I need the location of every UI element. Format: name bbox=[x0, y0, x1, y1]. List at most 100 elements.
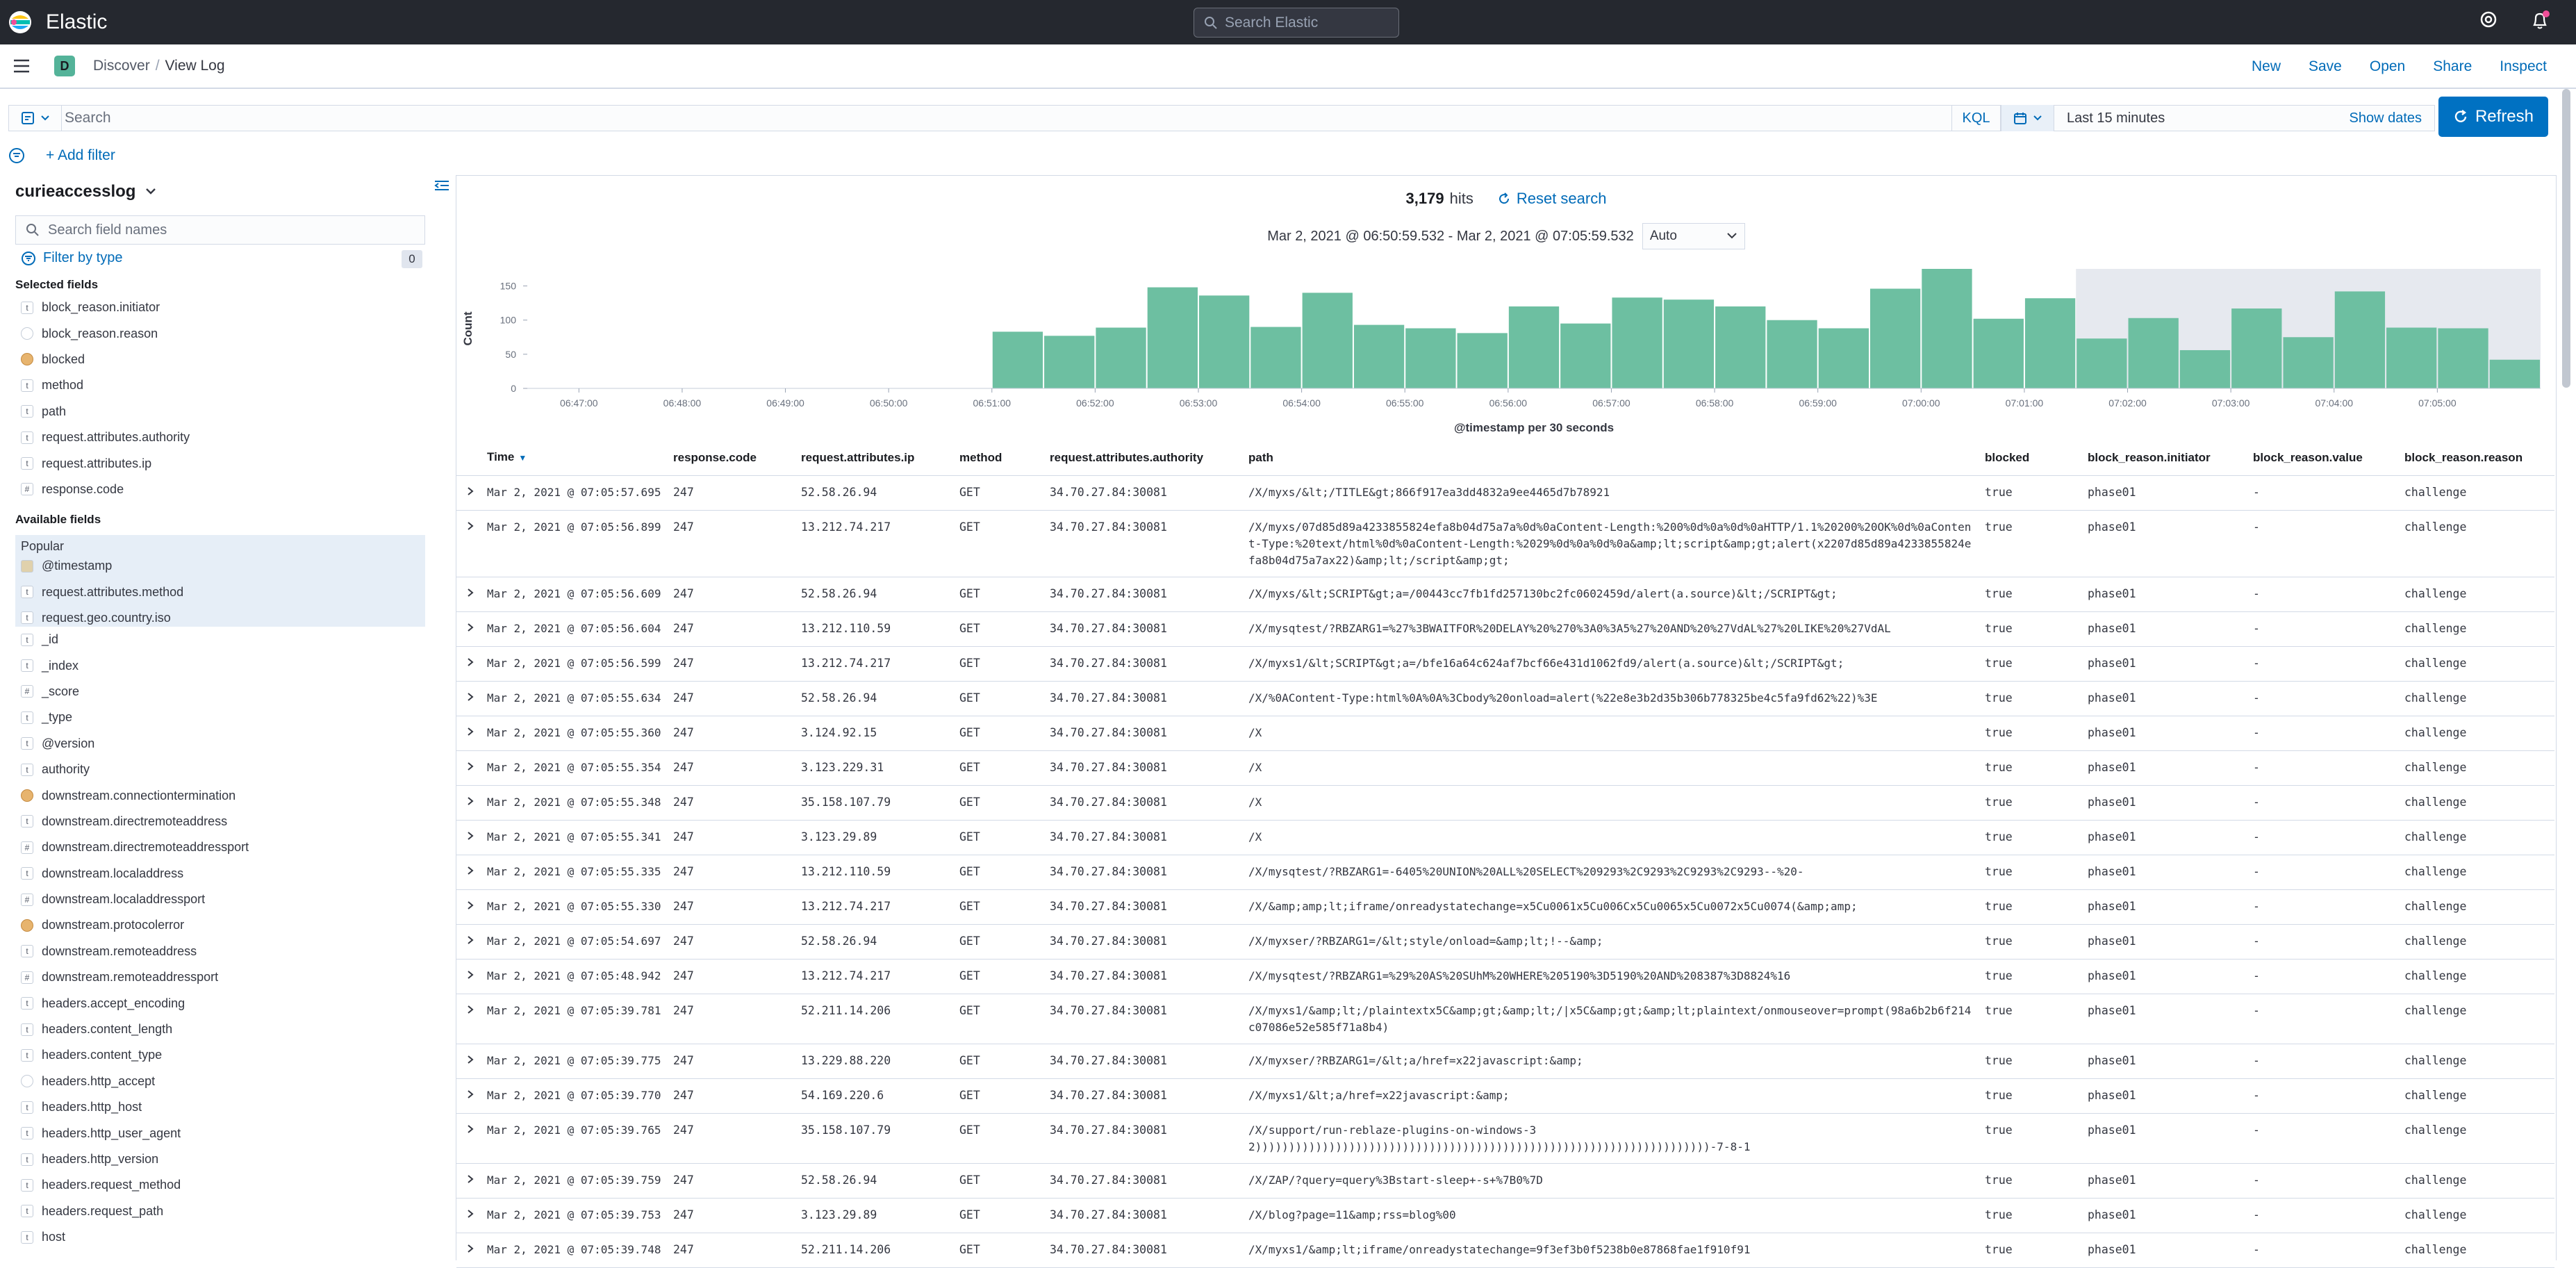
field-item[interactable]: t _type bbox=[15, 705, 425, 730]
field-item[interactable]: t _index bbox=[15, 652, 425, 678]
field-item[interactable]: # downstream.directremoteaddressport bbox=[15, 834, 425, 860]
interval-select[interactable]: Auto bbox=[1642, 223, 1745, 249]
field-item[interactable]: t headers.http_user_agent bbox=[15, 1120, 425, 1146]
page-scrollbar[interactable] bbox=[2562, 89, 2570, 388]
field-item[interactable]: headers.http_accept bbox=[15, 1069, 425, 1094]
column-header[interactable]: request.attributes.ip bbox=[801, 450, 959, 466]
field-item[interactable]: t host bbox=[15, 1224, 425, 1250]
expand-row-icon[interactable] bbox=[456, 655, 487, 681]
column-header[interactable]: response.code bbox=[673, 450, 801, 466]
field-item[interactable]: t method bbox=[15, 372, 425, 398]
table-row[interactable]: Mar 2, 2021 @ 07:05:55.360 247 3.124.92.15… bbox=[456, 716, 2554, 751]
table-row[interactable]: Mar 2, 2021 @ 07:05:57.695 247 52.58.26.94… bbox=[456, 476, 2554, 511]
field-item[interactable]: block_reason.reason bbox=[15, 320, 425, 346]
kql-toggle[interactable]: KQL bbox=[1952, 105, 2001, 131]
expand-row-icon[interactable] bbox=[456, 933, 487, 959]
field-search-input[interactable]: Search field names bbox=[15, 215, 425, 245]
expand-row-icon[interactable] bbox=[456, 586, 487, 611]
table-row[interactable]: Mar 2, 2021 @ 07:05:55.354 247 3.123.229.3… bbox=[456, 751, 2554, 786]
field-item[interactable]: t request.attributes.authority bbox=[15, 425, 425, 450]
table-row[interactable]: Mar 2, 2021 @ 07:05:39.759 247 52.58.26.94… bbox=[456, 1164, 2554, 1199]
expand-row-icon[interactable] bbox=[456, 1087, 487, 1113]
filter-options-icon[interactable] bbox=[8, 147, 25, 164]
expand-row-icon[interactable] bbox=[456, 1207, 487, 1233]
table-row[interactable]: Mar 2, 2021 @ 07:05:56.899 247 13.212.74.2… bbox=[456, 511, 2554, 577]
expand-row-icon[interactable] bbox=[456, 759, 487, 785]
expand-row-icon[interactable] bbox=[456, 898, 487, 924]
field-item[interactable]: t headers.content_length bbox=[15, 1016, 425, 1042]
table-row[interactable]: Mar 2, 2021 @ 07:05:39.748 247 52.211.14.2… bbox=[456, 1233, 2554, 1268]
expand-row-icon[interactable] bbox=[456, 620, 487, 646]
menu-icon[interactable] bbox=[13, 58, 31, 74]
field-item[interactable]: t headers.http_host bbox=[15, 1094, 425, 1120]
field-item[interactable]: t headers.content_type bbox=[15, 1042, 425, 1068]
field-item[interactable]: # downstream.localaddressport bbox=[15, 887, 425, 912]
field-item[interactable]: t headers.request_path bbox=[15, 1199, 425, 1224]
field-item[interactable]: downstream.protocolerror bbox=[15, 912, 425, 938]
field-item[interactable]: blocked bbox=[15, 347, 425, 372]
saved-query-button[interactable] bbox=[8, 105, 61, 131]
global-search-input[interactable]: Search Elastic bbox=[1194, 8, 1399, 38]
expand-row-icon[interactable] bbox=[456, 484, 487, 510]
collapse-sidebar-icon[interactable] bbox=[434, 179, 450, 192]
reset-search-button[interactable]: Reset search bbox=[1497, 190, 1606, 208]
expand-row-icon[interactable] bbox=[456, 1122, 487, 1163]
index-pattern-selector[interactable]: curieaccesslog bbox=[15, 182, 156, 201]
share-button[interactable]: Share bbox=[2433, 58, 2472, 75]
add-filter-button[interactable]: + Add filter bbox=[46, 147, 115, 164]
column-header[interactable]: request.attributes.authority bbox=[1050, 450, 1248, 466]
field-item[interactable]: t _id bbox=[15, 627, 425, 652]
table-row[interactable]: Mar 2, 2021 @ 07:05:39.781 247 52.211.14.2… bbox=[456, 994, 2554, 1044]
table-row[interactable]: Mar 2, 2021 @ 07:05:39.753 247 3.123.29.89… bbox=[456, 1199, 2554, 1233]
field-item[interactable]: t headers.http_version bbox=[15, 1146, 425, 1172]
field-item[interactable]: t headers.request_method bbox=[15, 1172, 425, 1198]
query-input[interactable]: Search bbox=[61, 105, 1952, 131]
table-row[interactable]: Mar 2, 2021 @ 07:05:55.348 247 35.158.107.… bbox=[456, 786, 2554, 821]
table-row[interactable]: Mar 2, 2021 @ 07:05:55.634 247 52.58.26.94… bbox=[456, 682, 2554, 716]
expand-row-icon[interactable] bbox=[456, 1053, 487, 1078]
open-button[interactable]: Open bbox=[2370, 58, 2405, 75]
show-dates-link[interactable]: Show dates bbox=[2349, 110, 2422, 126]
table-row[interactable]: Mar 2, 2021 @ 07:05:39.765 247 35.158.107.… bbox=[456, 1114, 2554, 1164]
table-row[interactable]: Mar 2, 2021 @ 07:05:39.770 247 54.169.220.… bbox=[456, 1079, 2554, 1114]
table-row[interactable]: Mar 2, 2021 @ 07:05:55.341 247 3.123.29.89… bbox=[456, 821, 2554, 855]
column-header[interactable]: blocked bbox=[1985, 450, 2088, 466]
field-item[interactable]: t request.attributes.method bbox=[15, 579, 425, 604]
column-header[interactable]: path bbox=[1248, 450, 1985, 466]
inspect-button[interactable]: Inspect bbox=[2500, 58, 2547, 75]
expand-row-icon[interactable] bbox=[456, 1003, 487, 1044]
histogram-chart[interactable]: 0 50 100 150 06:47:00 06:48:00 06:49:00 06:50:0… bbox=[456, 251, 2554, 438]
expand-row-icon[interactable] bbox=[456, 794, 487, 820]
field-item[interactable]: downstream.connectiontermination bbox=[15, 782, 425, 808]
field-item[interactable]: t headers.accept_encoding bbox=[15, 990, 425, 1016]
table-row[interactable]: Mar 2, 2021 @ 07:05:55.335 247 13.212.110.… bbox=[456, 855, 2554, 890]
save-button[interactable]: Save bbox=[2309, 58, 2342, 75]
table-row[interactable]: Mar 2, 2021 @ 07:05:48.942 247 13.212.74.2… bbox=[456, 960, 2554, 994]
table-row[interactable]: Mar 2, 2021 @ 07:05:56.609 247 52.58.26.94… bbox=[456, 577, 2554, 612]
field-item[interactable]: # _score bbox=[15, 679, 425, 705]
table-row[interactable]: Mar 2, 2021 @ 07:05:56.599 247 13.212.74.2… bbox=[456, 647, 2554, 682]
quick-select-button[interactable] bbox=[2001, 105, 2054, 131]
expand-row-icon[interactable] bbox=[456, 519, 487, 577]
new-button[interactable]: New bbox=[2252, 58, 2281, 75]
column-header[interactable]: block_reason.value bbox=[2253, 450, 2404, 466]
expand-row-icon[interactable] bbox=[456, 1172, 487, 1198]
column-header[interactable]: block_reason.reason bbox=[2404, 450, 2543, 466]
table-row[interactable]: Mar 2, 2021 @ 07:05:39.775 247 13.229.88.2… bbox=[456, 1044, 2554, 1079]
field-item[interactable]: t authority bbox=[15, 757, 425, 782]
column-header[interactable]: method bbox=[959, 450, 1050, 466]
field-item[interactable]: t @version bbox=[15, 731, 425, 757]
field-item[interactable]: t path bbox=[15, 399, 425, 425]
column-header[interactable]: block_reason.initiator bbox=[2088, 450, 2253, 466]
expand-row-icon[interactable] bbox=[456, 968, 487, 994]
space-avatar[interactable]: D bbox=[54, 56, 75, 76]
refresh-button[interactable]: Refresh bbox=[2438, 97, 2548, 137]
notifications-icon[interactable] bbox=[2529, 10, 2551, 32]
help-icon[interactable] bbox=[2479, 10, 2498, 29]
field-item[interactable]: # response.code bbox=[15, 477, 425, 502]
column-header[interactable]: Time ▼ bbox=[487, 449, 673, 466]
date-picker[interactable]: Last 15 minutes Show dates bbox=[2001, 105, 2435, 131]
expand-row-icon[interactable] bbox=[456, 864, 487, 889]
field-item[interactable]: t downstream.localaddress bbox=[15, 861, 425, 887]
table-row[interactable]: Mar 2, 2021 @ 07:05:56.604 247 13.212.110.… bbox=[456, 612, 2554, 647]
